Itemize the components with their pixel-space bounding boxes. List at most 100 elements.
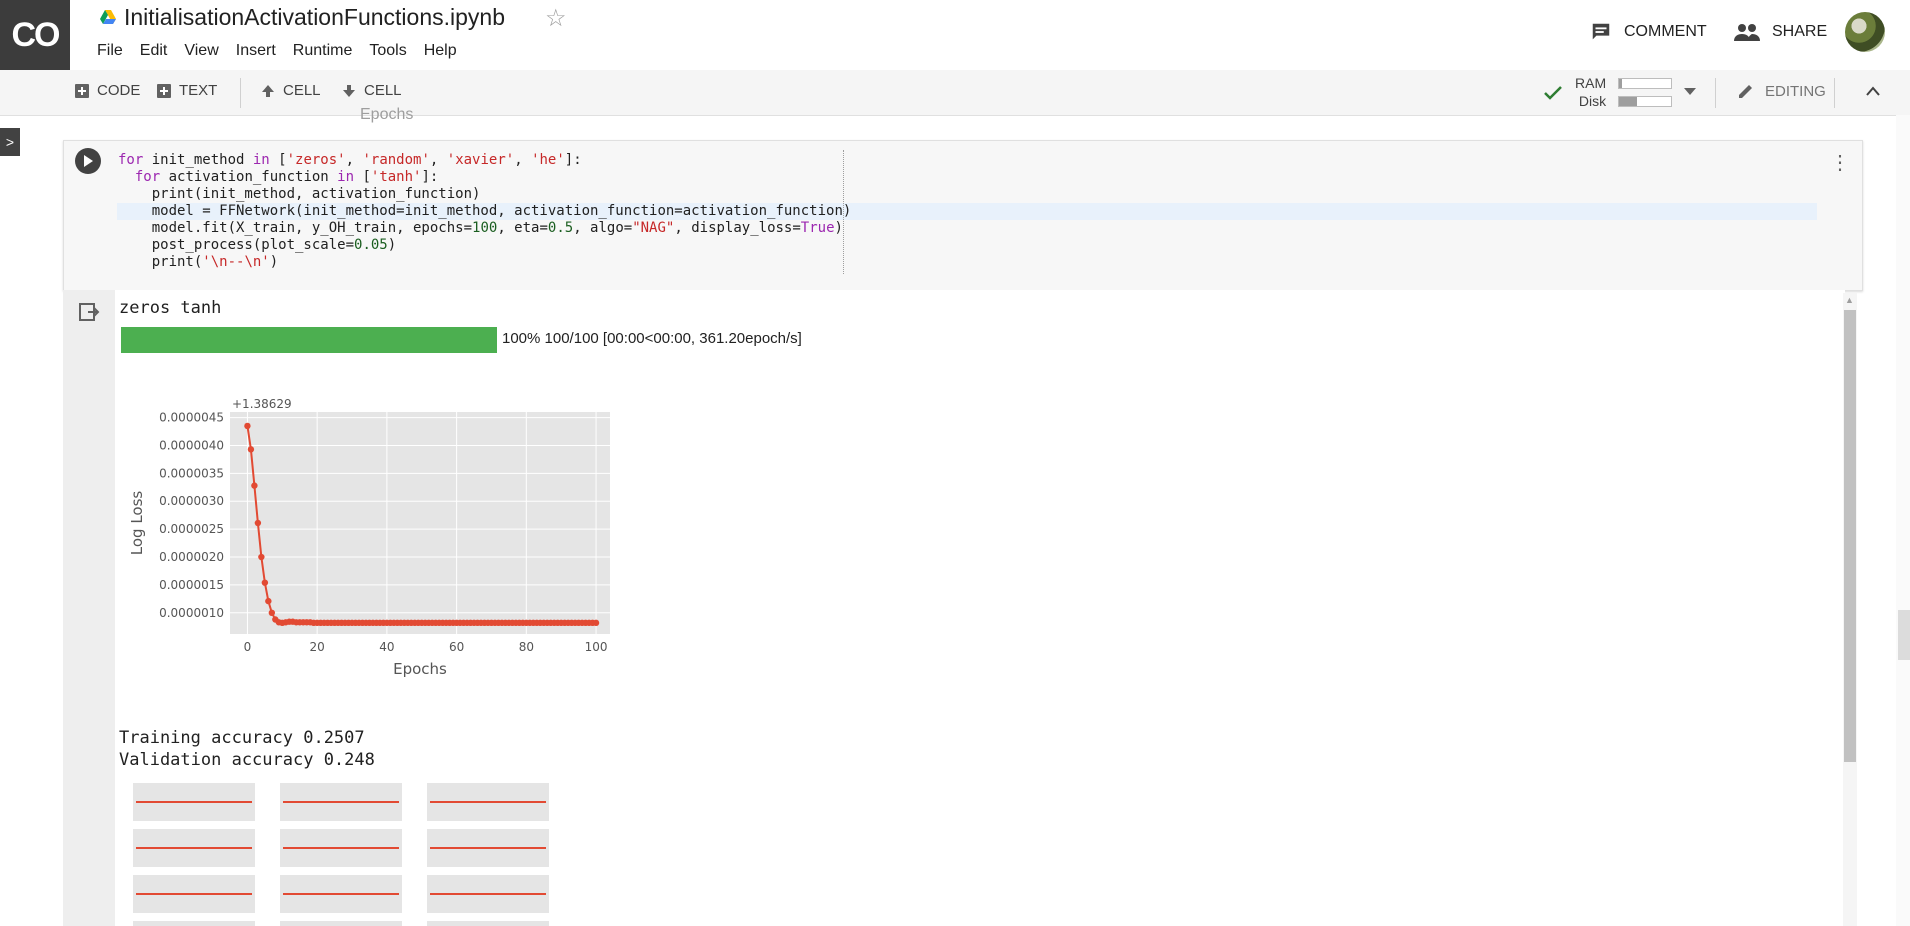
code-token: , bbox=[429, 152, 447, 168]
y-tick-label: 0.0000020 bbox=[159, 550, 224, 564]
code-token: [ bbox=[269, 152, 287, 168]
pencil-icon bbox=[1739, 85, 1752, 98]
code-token: for bbox=[118, 152, 144, 168]
x-tick-label: 80 bbox=[519, 640, 534, 654]
code-token: 0.5 bbox=[547, 220, 574, 236]
code-token: model = FFNetwork(init_method=init_metho… bbox=[118, 203, 852, 219]
code-line: print(init_method, activation_function) bbox=[118, 186, 851, 203]
people-icon bbox=[1734, 24, 1760, 41]
loss-data-point bbox=[265, 597, 272, 605]
code-token: 0.05 bbox=[354, 237, 388, 253]
dropdown-arrow-icon[interactable] bbox=[1684, 88, 1696, 96]
code-token: ]: bbox=[421, 169, 439, 185]
output-icon[interactable] bbox=[78, 302, 100, 322]
chevron-up-icon[interactable] bbox=[1866, 86, 1880, 96]
code-token: activation_function bbox=[160, 169, 338, 185]
check-icon bbox=[1544, 86, 1562, 100]
loss-data-point bbox=[268, 609, 276, 617]
code-token: , bbox=[345, 152, 363, 168]
y-axis-label: Log Loss bbox=[128, 491, 146, 556]
menu-view[interactable]: View bbox=[184, 42, 218, 60]
code-token: ) bbox=[387, 237, 397, 253]
y-tick-label: 0.0000040 bbox=[159, 438, 224, 452]
loss-data-point bbox=[261, 579, 269, 586]
code-line: for init_method in ['zeros', 'random', '… bbox=[118, 152, 851, 169]
progress-bar bbox=[121, 327, 497, 353]
comment-label: COMMENT bbox=[1624, 23, 1707, 40]
code-token: in bbox=[337, 169, 355, 185]
x-tick-label: 0 bbox=[244, 640, 252, 654]
loss-data-point bbox=[258, 553, 265, 561]
add-code-label: CODE bbox=[97, 82, 141, 99]
add-code-button[interactable]: CODE bbox=[75, 82, 140, 99]
mini-plot bbox=[427, 921, 549, 926]
code-token: , display_loss= bbox=[674, 220, 801, 236]
ram-bar bbox=[1618, 78, 1672, 89]
arrow-down-icon bbox=[343, 84, 355, 97]
colab-app: CO InitialisationActivationFunctions.ipy… bbox=[0, 0, 1910, 926]
google-drive-icon bbox=[100, 10, 116, 24]
y-tick-label: 0.0000030 bbox=[159, 494, 224, 508]
code-token: ) bbox=[834, 220, 843, 236]
share-label: SHARE bbox=[1772, 23, 1828, 40]
mini-plots-grid bbox=[133, 783, 549, 926]
run-cell-button[interactable] bbox=[75, 148, 101, 174]
star-icon[interactable]: ☆ bbox=[545, 4, 567, 33]
menu-help[interactable]: Help bbox=[424, 42, 457, 60]
code-editor[interactable]: for init_method in ['zeros', 'random', '… bbox=[118, 152, 851, 271]
progress-fill bbox=[121, 327, 497, 353]
menu-tools[interactable]: Tools bbox=[369, 42, 406, 60]
x-tick-label: 20 bbox=[310, 640, 325, 654]
code-token: "NAG" bbox=[632, 220, 675, 236]
notebook-title[interactable]: InitialisationActivationFunctions.ipynb bbox=[124, 4, 505, 31]
colab-logo[interactable]: CO bbox=[0, 0, 70, 70]
x-tick-label: 100 bbox=[585, 640, 608, 654]
x-tick-label: 40 bbox=[379, 640, 394, 654]
previous-output-label: Epochs bbox=[360, 106, 414, 123]
mini-plot bbox=[280, 921, 402, 926]
add-text-button[interactable]: TEXT bbox=[157, 82, 217, 99]
user-avatar[interactable] bbox=[1845, 12, 1885, 52]
scroll-up-arrow-icon[interactable]: ▲ bbox=[1845, 295, 1854, 305]
editing-mode[interactable]: EDITING bbox=[1737, 82, 1826, 100]
comment-button[interactable]: COMMENT bbox=[1590, 21, 1707, 43]
disk-bar bbox=[1618, 96, 1672, 107]
sidebar-toggle[interactable]: > bbox=[0, 128, 20, 156]
move-cell-up-button[interactable]: CELL bbox=[261, 82, 321, 99]
x-axis-label: Epochs bbox=[393, 660, 447, 678]
menu-runtime[interactable]: Runtime bbox=[293, 42, 353, 60]
share-button[interactable]: SHARE bbox=[1734, 21, 1827, 43]
output-scrollbar-thumb[interactable] bbox=[1844, 310, 1856, 762]
training-accuracy: Training accuracy 0.2507 bbox=[119, 728, 365, 748]
disk-label: Disk bbox=[1578, 93, 1607, 109]
code-token: print( bbox=[118, 254, 203, 270]
output-gutter bbox=[63, 290, 115, 926]
code-line: print('\n--\n') bbox=[118, 254, 851, 271]
code-token: 'zeros' bbox=[286, 152, 346, 168]
disk-fill bbox=[1619, 97, 1638, 106]
menu-bar: File Edit View Insert Runtime Tools Help bbox=[97, 42, 474, 60]
code-token: , algo= bbox=[573, 220, 633, 236]
menu-file[interactable]: File bbox=[97, 42, 123, 60]
more-vert-icon[interactable]: ⋮ bbox=[1830, 150, 1850, 175]
code-token: ]: bbox=[564, 152, 582, 168]
arrow-up-icon bbox=[262, 84, 274, 97]
page-scrollbar-thumb[interactable] bbox=[1898, 610, 1910, 660]
axis-offset-label: +1.38629 bbox=[232, 397, 292, 411]
code-token: in bbox=[252, 152, 270, 168]
move-cell-down-button[interactable]: CELL bbox=[342, 82, 402, 99]
menu-insert[interactable]: Insert bbox=[236, 42, 276, 60]
menu-edit[interactable]: Edit bbox=[140, 42, 168, 60]
loss-data-point bbox=[254, 519, 262, 527]
x-tick-label: 60 bbox=[449, 640, 464, 654]
validation-accuracy: Validation accuracy 0.248 bbox=[119, 750, 375, 770]
editing-label: EDITING bbox=[1765, 82, 1826, 100]
code-token: 'he' bbox=[531, 152, 565, 168]
resource-labels[interactable]: RAM Disk bbox=[1575, 74, 1606, 110]
page-scrollbar[interactable] bbox=[1896, 115, 1910, 926]
code-line: post_process(plot_scale=0.05) bbox=[118, 237, 851, 254]
loss-data-point bbox=[244, 422, 251, 430]
code-token: 'tanh' bbox=[370, 169, 422, 185]
cell-down-label: CELL bbox=[364, 82, 402, 99]
